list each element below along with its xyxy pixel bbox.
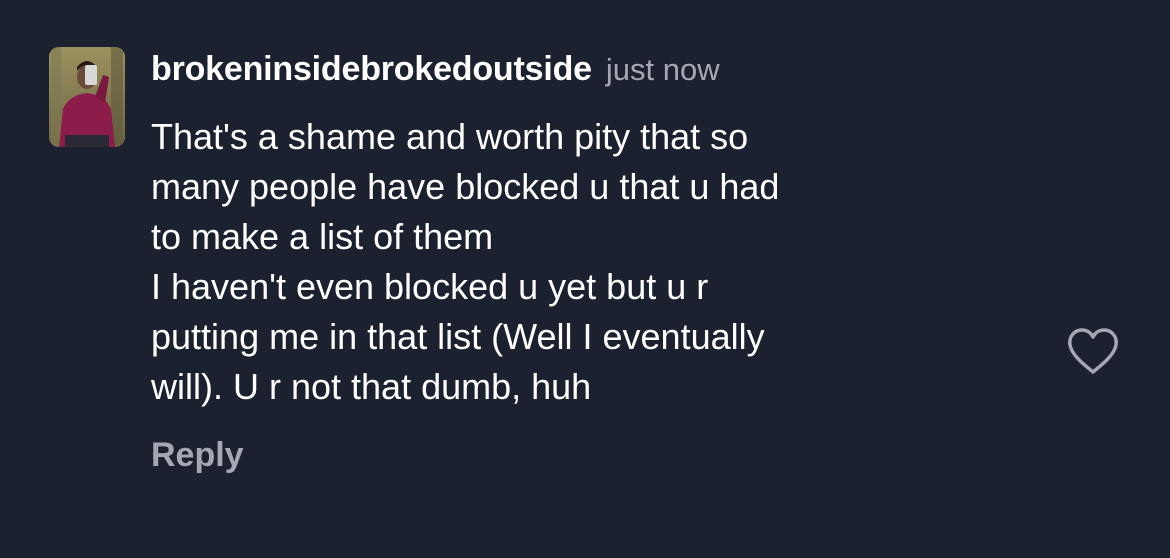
comment-header: brokeninsidebrokedoutside just now — [151, 50, 1031, 98]
reply-button[interactable]: Reply — [151, 436, 244, 475]
comment-text-line: to make a list of them — [151, 216, 494, 257]
heart-outline-icon — [1068, 328, 1118, 374]
avatar[interactable] — [49, 47, 125, 147]
comment-text-line: putting me in that list (Well I eventual… — [151, 316, 765, 357]
comment-text-line: many people have blocked u that u had — [151, 166, 780, 207]
comment-text-line: I haven't even blocked u yet but u r — [151, 266, 709, 307]
username[interactable]: brokeninsidebrokedoutside — [151, 50, 592, 89]
timestamp: just now — [605, 52, 720, 87]
avatar-photo — [49, 47, 125, 147]
like-button[interactable] — [1066, 326, 1120, 378]
comment-text: That's a shame and worth pity that so ma… — [151, 112, 1031, 412]
comment-body: brokeninsidebrokedoutside just now That'… — [151, 50, 1031, 412]
comment-item: brokeninsidebrokedoutside just now That'… — [0, 0, 1170, 558]
comment-text-line: will). U r not that dumb, huh — [151, 366, 592, 407]
comment-text-line: That's a shame and worth pity that so — [151, 116, 749, 157]
